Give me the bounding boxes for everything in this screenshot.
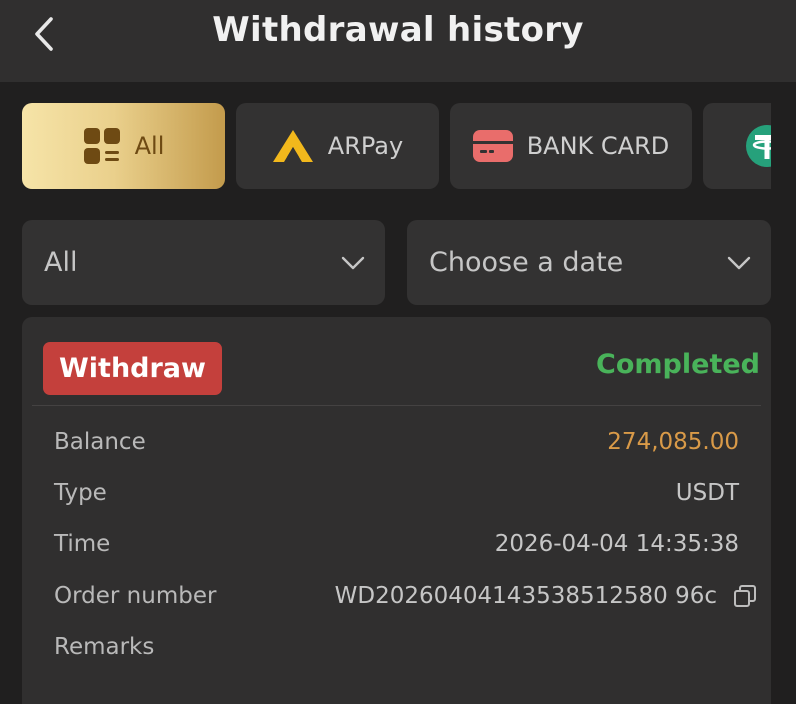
date-picker[interactable]: Choose a date [407, 220, 771, 305]
tab-usdt[interactable] [703, 103, 771, 189]
time-row: Time 2026-04-04 14:35:38 [54, 529, 739, 559]
status-badge: Completed [596, 349, 760, 380]
remarks-label: Remarks [54, 634, 155, 660]
bank-card-icon [472, 130, 513, 162]
grid-list-icon [83, 128, 120, 164]
balance-row: Balance 274,085.00 [54, 427, 739, 457]
tab-arpay[interactable]: ARPay [236, 103, 439, 189]
divider [32, 405, 761, 406]
balance-label: Balance [54, 429, 146, 455]
page-title: Withdrawal history [212, 10, 584, 50]
withdrawal-record-card[interactable]: Withdraw Completed Balance 274,085.00 Ty… [22, 317, 771, 704]
tab-label: ARPay [327, 132, 404, 160]
payment-method-tabs: All ARPay BANK CARD [22, 103, 771, 189]
balance-value: 274,085.00 [607, 429, 739, 455]
top-bar: Withdrawal history [0, 0, 796, 82]
order-number-value: WD20260404143538512580 96c [334, 583, 717, 609]
time-value: 2026-04-04 14:35:38 [494, 531, 739, 557]
tab-label: BANK CARD [526, 132, 670, 160]
tab-all[interactable]: All [22, 103, 225, 189]
order-number-group: WD20260404143538512580 96c [335, 583, 759, 609]
order-number-row: Order number WD20260404143538512580 96c [54, 581, 756, 611]
arpay-logo-icon [272, 130, 313, 162]
status-filter-value: All [44, 247, 78, 278]
copy-button[interactable] [733, 583, 759, 609]
date-picker-placeholder: Choose a date [429, 247, 624, 278]
tab-label: All [134, 132, 165, 160]
type-row: Type USDT [54, 478, 739, 508]
status-filter-dropdown[interactable]: All [22, 220, 385, 305]
usdt-tether-icon [746, 125, 771, 167]
transaction-type-badge: Withdraw [43, 342, 222, 395]
tab-bank-card[interactable]: BANK CARD [450, 103, 692, 189]
order-number-label: Order number [54, 583, 217, 609]
copy-icon [734, 585, 756, 607]
chevron-down-icon [727, 256, 751, 269]
time-label: Time [54, 531, 111, 557]
type-label: Type [54, 480, 107, 506]
chevron-down-icon [341, 256, 365, 269]
type-value: USDT [675, 480, 739, 506]
remarks-row: Remarks [54, 632, 739, 662]
